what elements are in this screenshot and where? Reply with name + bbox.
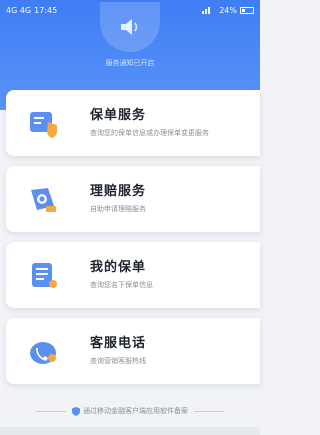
customer-service-phone-icon — [30, 342, 56, 364]
footer-note: 通过移动金融客户端应用软件备案 — [72, 406, 188, 416]
card-my-policy[interactable]: 我的保单 查询您名下保单信息 — [6, 242, 260, 308]
my-policy-icon — [32, 263, 57, 288]
card-policy-service[interactable]: 保单服务 查询您的保单信息或办理保单变更服务 — [6, 90, 260, 156]
card-title: 我的保单 — [90, 260, 147, 275]
time-label: 17:45 — [34, 5, 58, 15]
notice-text: 服务通知已开启 — [105, 59, 155, 67]
battery-percent: 24% — [219, 5, 237, 15]
carrier-label: 4G 4G — [6, 5, 32, 15]
card-subtitle: 自助申请理赔服务 — [90, 205, 146, 213]
notification-bell[interactable] — [100, 2, 160, 52]
divider — [36, 410, 66, 412]
divider — [194, 410, 224, 412]
speaker-icon — [121, 19, 138, 35]
card-title: 理赔服务 — [90, 184, 147, 199]
signal-icon — [202, 7, 211, 14]
bottom-bar — [0, 427, 260, 435]
policy-service-icon — [30, 112, 57, 138]
card-subtitle: 查询您名下保单信息 — [90, 281, 153, 289]
card-customer-service-phone[interactable]: 客服电话 查询营销客服热线 — [6, 318, 260, 384]
card-claim-service[interactable]: 理赔服务 自助申请理赔服务 — [6, 166, 260, 232]
card-subtitle: 查询您的保单信息或办理保单变更服务 — [90, 129, 209, 137]
shield-icon — [72, 406, 80, 416]
card-subtitle: 查询营销客服热线 — [90, 357, 146, 365]
card-title: 客服电话 — [90, 336, 147, 351]
card-title: 保单服务 — [90, 108, 147, 123]
battery-icon — [240, 6, 254, 14]
footer-text: 通过移动金融客户端应用软件备案 — [83, 407, 188, 415]
footer: 通过移动金融客户端应用软件备案 — [0, 403, 260, 419]
claim-service-icon — [31, 188, 56, 212]
